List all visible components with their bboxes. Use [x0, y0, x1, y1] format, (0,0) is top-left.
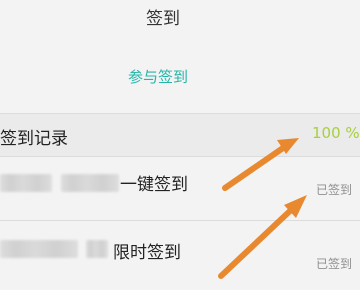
- task-status-one-click: 已签到: [316, 183, 353, 197]
- title-bar: 签到: [0, 0, 360, 36]
- page-title: 签到: [146, 9, 180, 29]
- blurred-text-block: [61, 174, 119, 192]
- task-row-one-click[interactable]: 一键签到 已签到: [0, 157, 360, 220]
- task-row-limited[interactable]: 限时签到 已签到: [0, 221, 360, 290]
- join-sign-in-button[interactable]: 参与签到: [100, 62, 216, 92]
- task-status-limited: 已签到: [316, 257, 353, 271]
- task-name-limited: 限时签到: [113, 243, 181, 263]
- blurred-text-block: [86, 240, 108, 258]
- task-name-one-click: 一键签到: [120, 175, 188, 195]
- sign-in-progress-value: 100 %: [312, 124, 360, 142]
- sign-in-record-row[interactable]: 签到记录: [0, 114, 360, 156]
- blurred-text-block: [0, 240, 78, 258]
- sign-in-page: 签到 参与签到 签到记录 100 % 一键签到 已签到 限时签到 已签到: [0, 0, 360, 290]
- blurred-text-block: [0, 174, 52, 192]
- sign-in-record-label: 签到记录: [0, 129, 68, 149]
